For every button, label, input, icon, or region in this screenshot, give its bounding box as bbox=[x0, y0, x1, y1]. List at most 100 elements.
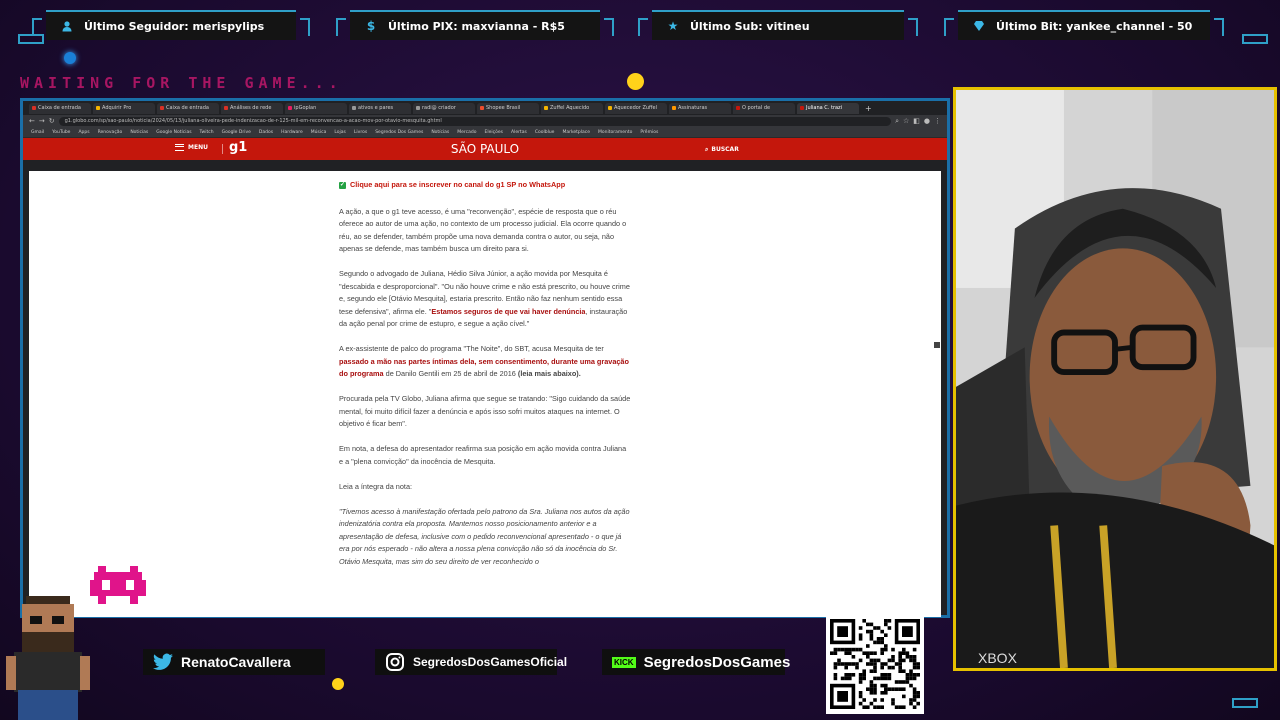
glow-dot bbox=[64, 52, 76, 64]
section-title[interactable]: SÃO PAULO bbox=[23, 142, 947, 156]
browser-tab[interactable]: ativos e pares bbox=[349, 102, 411, 114]
bookmarks-bar: Gmail YouTube Apps Renovação Noticias Google … bbox=[23, 127, 947, 138]
bookmark-item[interactable]: Twitch bbox=[200, 130, 214, 135]
last-follower-bar: Último Seguidor: merispylips bbox=[32, 10, 310, 40]
zoom-icon[interactable]: ⌕ bbox=[895, 117, 899, 126]
paragraph: A ação, a que o g1 teve acesso, é uma "r… bbox=[339, 206, 627, 254]
instagram-handle[interactable]: SegredosDosGamesOficial bbox=[375, 649, 567, 675]
bookmark-star-icon[interactable]: ☆ bbox=[903, 117, 909, 125]
last-bit-bar: Último Bit: yankee_channel - 50 bbox=[944, 10, 1224, 40]
bookmark-item[interactable]: Monitoramento bbox=[598, 130, 632, 135]
back-icon[interactable]: ← bbox=[29, 117, 35, 125]
reload-icon[interactable]: ↻ bbox=[49, 117, 55, 125]
bookmark-item[interactable]: Coolblue bbox=[535, 130, 555, 135]
frame-corner bbox=[1242, 34, 1268, 44]
forward-icon[interactable]: → bbox=[39, 117, 45, 125]
browser-menu-icon[interactable]: ⋮ bbox=[934, 117, 941, 125]
last-sub-label: Último Sub: vitineu bbox=[690, 19, 810, 33]
webcam-image bbox=[956, 90, 1274, 668]
browser-tab[interactable]: Análises de rede bbox=[221, 102, 283, 114]
space-invader-icon bbox=[90, 566, 146, 604]
browser-tab[interactable]: Shopee Brasil bbox=[477, 102, 539, 114]
bookmark-item[interactable]: Google Notícias bbox=[156, 130, 191, 135]
bookmark-item[interactable]: Noticias bbox=[130, 130, 148, 135]
extensions-icon[interactable]: ◧ bbox=[913, 117, 920, 125]
browser-tab[interactable]: ipGoplan bbox=[285, 102, 347, 114]
last-sub-bar: ★ Último Sub: vitineu bbox=[638, 10, 918, 40]
browser-tab[interactable]: Caixa de entrada bbox=[29, 102, 91, 114]
bookmark-item[interactable]: Marketplace bbox=[562, 130, 590, 135]
browser-tab-active[interactable]: Juliana C. trazi bbox=[797, 102, 859, 114]
bookmark-item[interactable]: Mercado bbox=[457, 130, 476, 135]
new-tab-icon[interactable]: + bbox=[861, 104, 872, 113]
twitter-handle[interactable]: RenatoCavallera bbox=[143, 649, 325, 675]
scrollbar-marker[interactable] bbox=[934, 342, 940, 348]
user-icon bbox=[60, 19, 74, 33]
waiting-text: WAITING FOR THE GAME... bbox=[20, 74, 343, 92]
paragraph: A ex-assistente de palco do programa "Th… bbox=[339, 344, 629, 378]
qr-code-image bbox=[830, 619, 920, 709]
bookmark-item[interactable]: Gmail bbox=[31, 130, 44, 135]
bookmark-item[interactable]: Google Drive bbox=[222, 130, 251, 135]
bookmark-item[interactable]: Lojas bbox=[334, 130, 346, 135]
kick-icon: KICK bbox=[612, 656, 636, 668]
browser-tab[interactable]: Assinaturas bbox=[669, 102, 731, 114]
highlight-link[interactable]: Estamos seguros de que vai haver denúnci… bbox=[431, 307, 585, 316]
logo-divider bbox=[222, 144, 223, 154]
pac-dot bbox=[627, 73, 644, 90]
address-row: ← → ↻ g1.globo.com/sp/sao-paulo/noticia/… bbox=[23, 115, 947, 127]
last-follower-label: Último Seguidor: merispylips bbox=[84, 19, 265, 33]
frame-corner bbox=[1232, 698, 1258, 708]
qr-label: livepix.gg/segredosdosgames bbox=[826, 603, 919, 610]
bookmark-item[interactable]: Apps bbox=[78, 130, 89, 135]
xbox-logo: XBOX bbox=[978, 650, 1017, 666]
dollar-icon: $ bbox=[366, 19, 376, 33]
article-page[interactable]: ✓ Clique aqui para se inscrever no canal… bbox=[29, 171, 941, 617]
browser-tab[interactable]: Adquirir Pro bbox=[93, 102, 155, 114]
bookmark-item[interactable]: Dados bbox=[259, 130, 273, 135]
search-icon: ⌕ bbox=[705, 145, 709, 153]
bookmark-item[interactable]: Renovação bbox=[98, 130, 123, 135]
browser-tab[interactable]: Zuffel Aquecido bbox=[541, 102, 603, 114]
diamond-icon bbox=[972, 19, 986, 33]
g1-logo[interactable]: g1 bbox=[229, 140, 247, 155]
pac-dot bbox=[332, 678, 344, 690]
read-more-link[interactable]: (leia mais abaixo). bbox=[518, 369, 581, 378]
bookmark-item[interactable]: Eleições bbox=[485, 130, 503, 135]
bookmark-item[interactable]: Prêmios bbox=[640, 130, 658, 135]
last-pix-bar: $ Último PIX: maxvianna - R$5 bbox=[336, 10, 614, 40]
bookmark-item[interactable]: Hardware bbox=[281, 130, 303, 135]
bookmark-item[interactable]: Livros bbox=[354, 130, 367, 135]
menu-button[interactable]: MENU bbox=[175, 144, 208, 151]
article-body: ✓ Clique aqui para se inscrever no canal… bbox=[339, 179, 631, 581]
last-bit-label: Último Bit: yankee_channel - 50 bbox=[996, 19, 1193, 33]
bookmark-item[interactable]: Segredos Dos Games bbox=[375, 130, 423, 135]
pixel-character bbox=[6, 596, 90, 720]
star-icon: ★ bbox=[667, 19, 679, 33]
last-pix-label: Último PIX: maxvianna - R$5 bbox=[388, 19, 565, 33]
whatsapp-link[interactable]: ✓ Clique aqui para se inscrever no canal… bbox=[339, 179, 631, 192]
check-icon: ✓ bbox=[339, 181, 346, 189]
hamburger-icon bbox=[175, 144, 184, 151]
browser-tab[interactable]: radi@ criador bbox=[413, 102, 475, 114]
search-button[interactable]: ⌕ BUSCAR bbox=[705, 144, 775, 155]
url-bar[interactable]: g1.globo.com/sp/sao-paulo/noticia/2024/0… bbox=[58, 116, 892, 126]
browser-window: Caixa de entrada Adquirir Pro Caixa de e… bbox=[20, 98, 950, 618]
paragraph: Em nota, a defesa do apresentador reafir… bbox=[339, 444, 627, 466]
bookmark-item[interactable]: Notícias bbox=[431, 130, 449, 135]
paragraph: Segundo o advogado de Juliana, Hédio Sil… bbox=[339, 269, 630, 328]
browser-tab[interactable]: Aquecedor Zuffel bbox=[605, 102, 667, 114]
paragraph: Procurada pela TV Globo, Juliana afirma … bbox=[339, 394, 631, 428]
webcam-feed: XBOX bbox=[953, 87, 1277, 671]
tab-strip: Caixa de entrada Adquirir Pro Caixa de e… bbox=[23, 101, 947, 115]
g1-header: SÃO PAULO MENU g1 ⌕ BUSCAR bbox=[23, 138, 947, 160]
bookmark-item[interactable]: YouTube bbox=[52, 130, 70, 135]
bookmark-item[interactable]: Música bbox=[311, 130, 327, 135]
browser-tab[interactable]: O portal de bbox=[733, 102, 795, 114]
browser-tab[interactable]: Caixa de entrada bbox=[157, 102, 219, 114]
qr-code[interactable] bbox=[826, 614, 924, 714]
bookmark-item[interactable]: Alertas bbox=[511, 130, 527, 135]
kick-handle[interactable]: KICK SegredosDosGames bbox=[602, 649, 790, 675]
paragraph: Leia a íntegra da nota: bbox=[339, 481, 413, 491]
profile-icon[interactable]: ● bbox=[924, 117, 930, 125]
